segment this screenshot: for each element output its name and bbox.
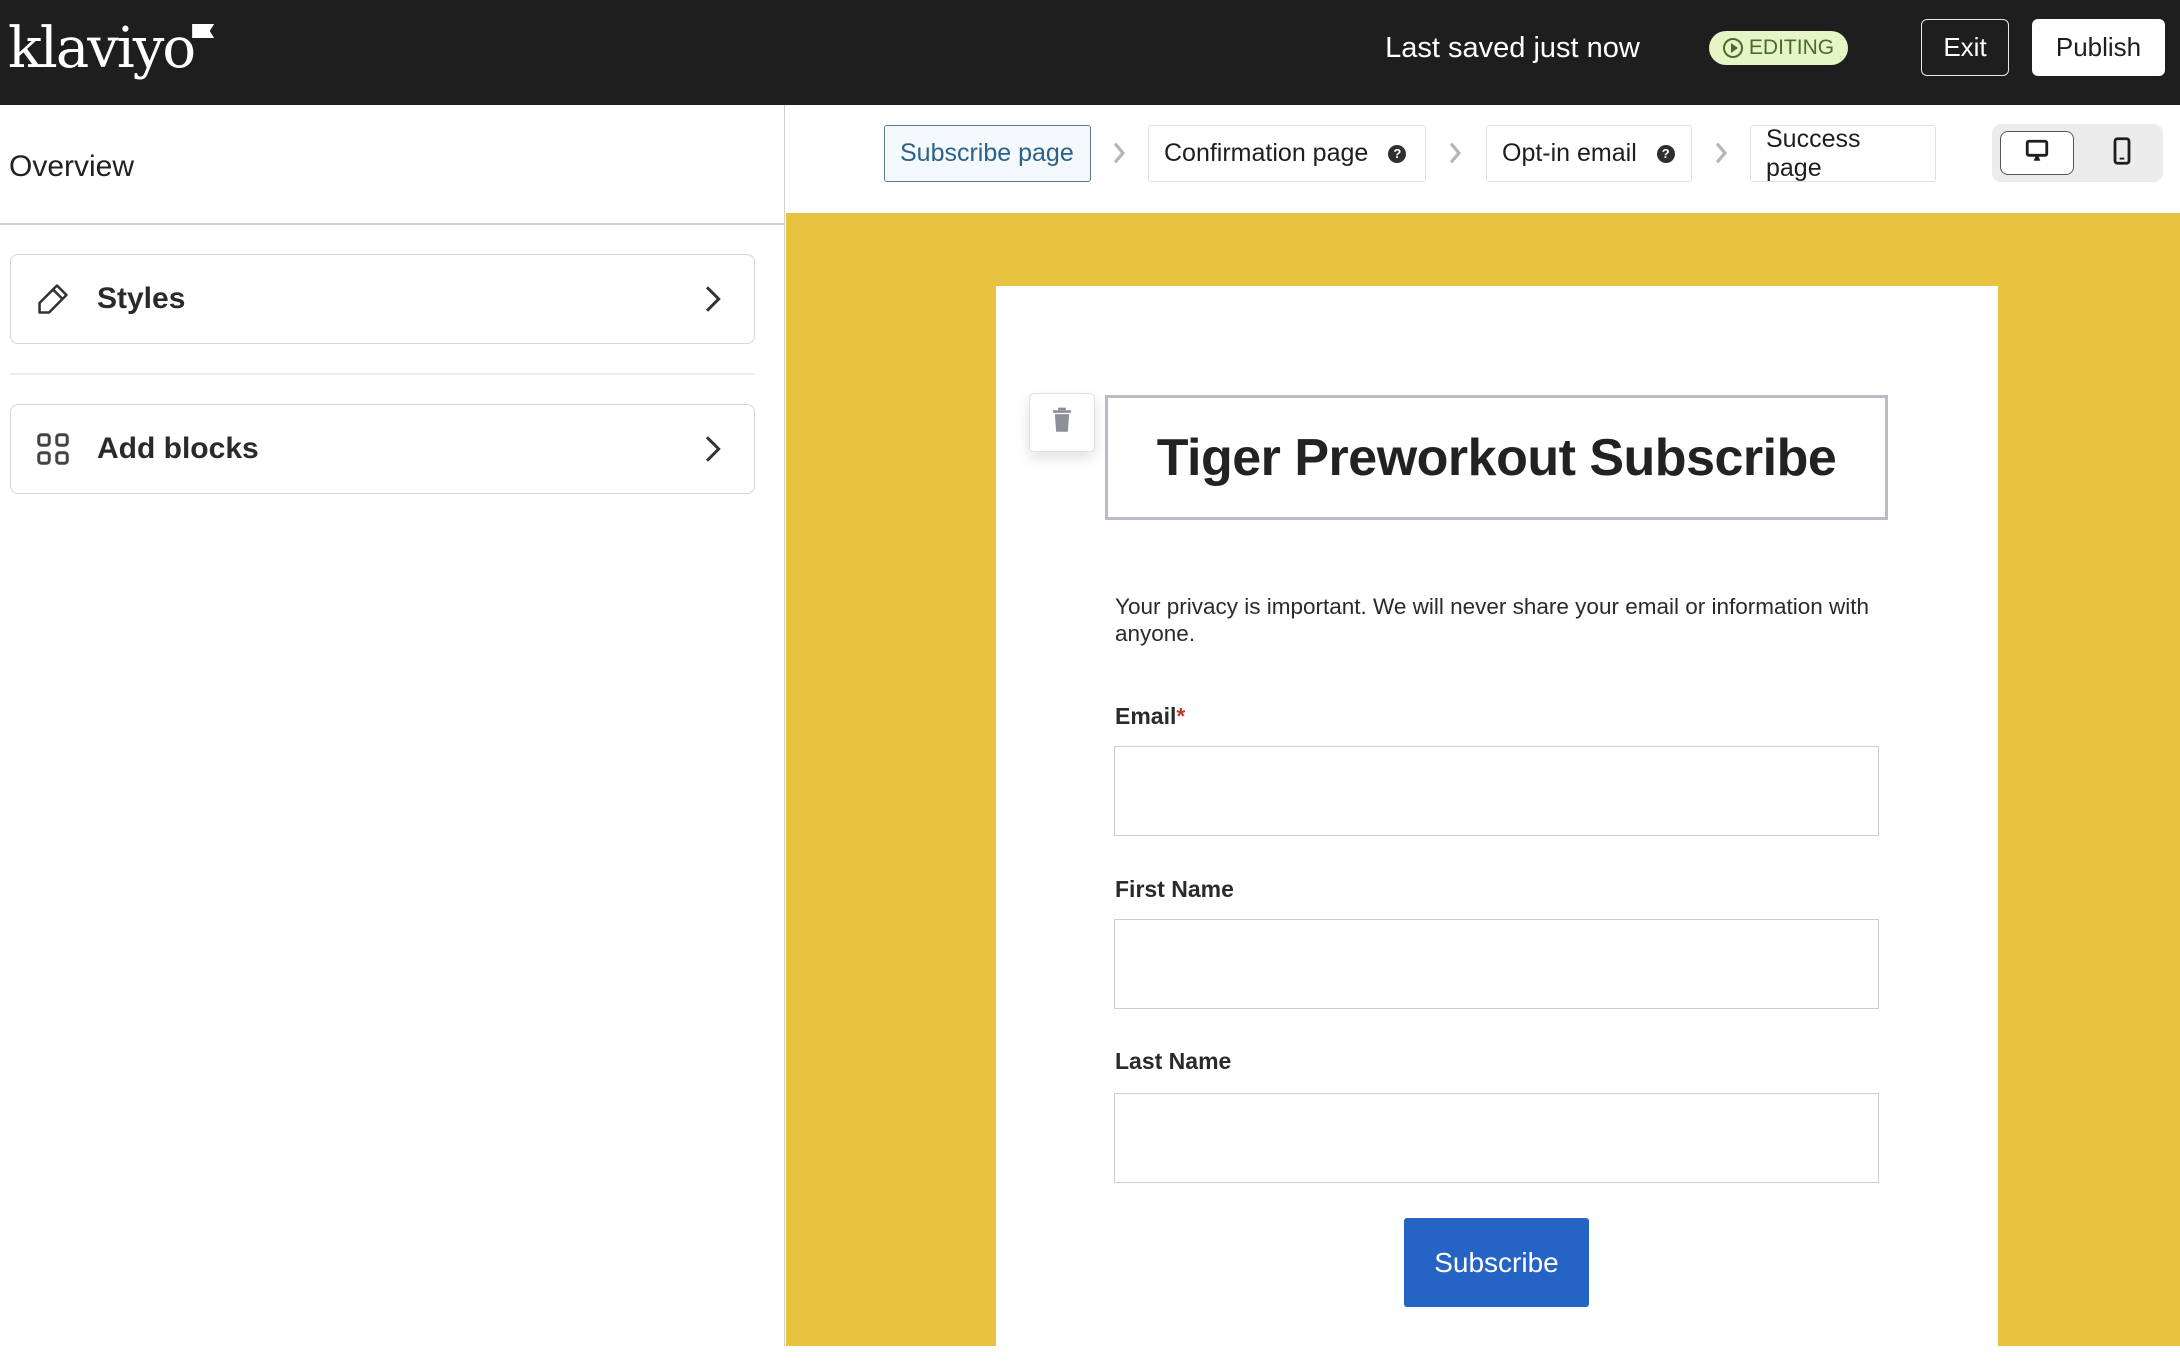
logo-flag-icon xyxy=(192,24,215,38)
form-title: Tiger Preworkout Subscribe xyxy=(1156,428,1837,487)
sidebar-title: Overview xyxy=(9,150,135,183)
email-input[interactable] xyxy=(1114,746,1879,836)
step-navigation: Subscribe page Confirmation page ? Opt-i… xyxy=(786,105,2180,213)
exit-button[interactable]: Exit xyxy=(1921,19,2009,76)
last-name-label: Last Name xyxy=(1115,1048,1232,1074)
help-icon[interactable]: ? xyxy=(1656,144,1675,163)
step-success-page[interactable]: Success page xyxy=(1750,125,1936,182)
form-preview-canvas: Tiger Preworkout Subscribe Your privacy … xyxy=(786,213,2180,1366)
required-marker: * xyxy=(1176,703,1186,729)
email-label: Email* xyxy=(1115,702,1185,730)
mobile-preview-button[interactable] xyxy=(2097,131,2147,175)
sidebar-separator xyxy=(10,373,755,375)
publish-button[interactable]: Publish xyxy=(2032,19,2165,76)
chevron-right-icon xyxy=(692,279,732,319)
step-confirmation-page[interactable]: Confirmation page ? xyxy=(1148,125,1426,182)
chevron-right-icon xyxy=(692,429,732,469)
first-name-label: First Name xyxy=(1115,876,1234,902)
sidebar-item-styles[interactable]: Styles xyxy=(10,254,755,344)
sidebar-item-add-blocks[interactable]: Add blocks xyxy=(10,404,755,494)
step-label: Subscribe page xyxy=(900,139,1074,167)
form-title-block[interactable]: Tiger Preworkout Subscribe xyxy=(1105,395,1888,520)
sidebar: Overview Styles Add blocks xyxy=(0,105,785,1346)
mobile-icon xyxy=(2112,136,2132,170)
first-name-input[interactable] xyxy=(1114,919,1879,1009)
logo-wordmark: klaviyo xyxy=(8,16,196,81)
klaviyo-logo[interactable]: klaviyo xyxy=(8,14,215,84)
delete-block-button[interactable] xyxy=(1029,393,1095,452)
sidebar-divider xyxy=(0,223,784,225)
step-label: Confirmation page xyxy=(1164,139,1369,167)
step-label: Success page xyxy=(1766,124,1861,182)
signup-form: Tiger Preworkout Subscribe Your privacy … xyxy=(996,286,1998,1366)
last-name-input[interactable] xyxy=(1114,1093,1879,1183)
chevron-right-icon xyxy=(1109,138,1129,168)
chevron-right-icon xyxy=(1711,138,1731,168)
grid-icon xyxy=(33,429,73,469)
desktop-preview-button[interactable] xyxy=(2000,131,2074,175)
step-subscribe-page[interactable]: Subscribe page xyxy=(884,125,1091,182)
top-bar: klaviyo Last saved just now EDITING Exit… xyxy=(0,0,2180,105)
privacy-text: Your privacy is important. We will never… xyxy=(1115,594,1870,646)
editing-status-badge: EDITING xyxy=(1709,31,1848,65)
help-icon[interactable]: ? xyxy=(1388,144,1407,163)
status-badge-label: EDITING xyxy=(1748,36,1835,59)
step-opt-in-email[interactable]: Opt-in email ? xyxy=(1486,125,1692,182)
chevron-right-icon xyxy=(1445,138,1465,168)
desktop-icon xyxy=(2024,138,2050,169)
pencil-icon xyxy=(33,279,73,319)
trash-icon xyxy=(1051,407,1073,438)
step-label: Opt-in email xyxy=(1502,139,1637,167)
subscribe-button[interactable]: Subscribe xyxy=(1404,1218,1589,1307)
field-label-text: Email xyxy=(1115,703,1177,729)
play-circle-icon xyxy=(1722,38,1743,58)
sidebar-item-label: Add blocks xyxy=(97,432,259,465)
save-status: Last saved just now xyxy=(1385,32,1640,64)
device-preview-toggle xyxy=(1992,124,2163,182)
sidebar-item-label: Styles xyxy=(97,282,186,315)
